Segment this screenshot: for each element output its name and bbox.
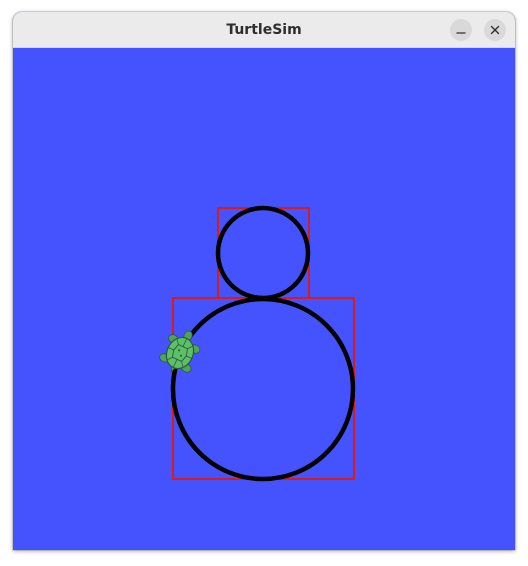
- minimize-button[interactable]: [450, 19, 472, 41]
- title-bar[interactable]: TurtleSim: [13, 12, 515, 48]
- large-circle-trail: [170, 296, 356, 482]
- drawing-layer: [159, 205, 356, 482]
- window-title: TurtleSim: [226, 22, 302, 38]
- close-button[interactable]: [484, 19, 506, 41]
- small-circle-trail: [215, 205, 311, 301]
- turtle-canvas: [13, 48, 515, 550]
- close-icon: [490, 25, 500, 35]
- minimize-icon: [456, 32, 466, 34]
- turtlesim-window: TurtleSim: [13, 12, 515, 550]
- turtle-icon: [159, 330, 201, 374]
